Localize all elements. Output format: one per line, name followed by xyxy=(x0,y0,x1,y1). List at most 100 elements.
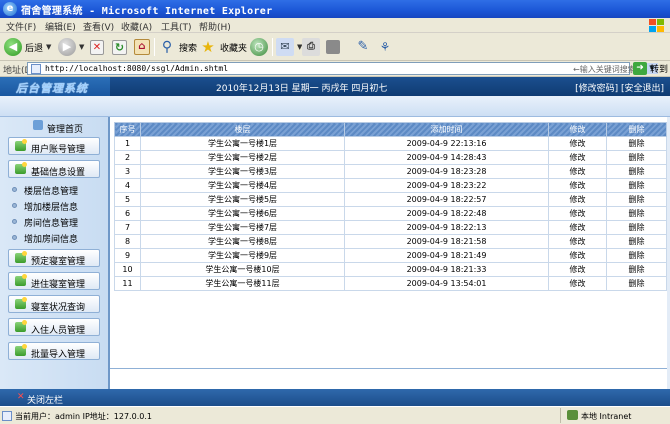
edit-link[interactable]: 修改 xyxy=(548,276,607,291)
star-icon: ★ xyxy=(201,38,215,56)
address-bar: 地址(D) http://localhost:8080/ssgl/Admin.s… xyxy=(0,61,670,77)
sidebar-item-label: 进住寝室管理 xyxy=(31,280,86,290)
bullet-icon xyxy=(12,235,17,240)
cell-added-time: 2009-04-9 18:23:28 xyxy=(344,164,549,179)
sidebar-subitem-label: 增加楼层信息 xyxy=(24,203,79,213)
edit-button[interactable] xyxy=(326,37,340,57)
sidebar-item-status-query[interactable]: 寝室状况查询 xyxy=(8,295,100,313)
delete-link[interactable]: 删除 xyxy=(606,136,667,151)
delete-link[interactable]: 删除 xyxy=(606,234,667,249)
ie-logo-icon: e xyxy=(3,2,17,16)
sidebar-item-label: 预定寝室管理 xyxy=(31,257,86,267)
address-url[interactable]: http://localhost:8080/ssgl/Admin.shtml xyxy=(45,64,228,73)
sidebar-item-batch-import[interactable]: 批量导入管理 xyxy=(8,342,100,360)
edit-link[interactable]: 修改 xyxy=(548,220,607,235)
folder-icon xyxy=(15,251,27,263)
edit-link[interactable]: 修改 xyxy=(548,150,607,165)
favorites-button[interactable]: ★ 收藏夹 xyxy=(199,37,247,57)
edit-link[interactable]: 修改 xyxy=(548,206,607,221)
sidebar-subitem-label: 楼层信息管理 xyxy=(24,187,79,197)
back-arrow-icon: ◀ xyxy=(4,38,22,56)
sidebar-item-basic-info[interactable]: 基础信息设置 xyxy=(8,160,100,178)
refresh-button[interactable]: ↻ xyxy=(112,37,127,57)
edit-link[interactable]: 修改 xyxy=(548,192,607,207)
stop-button[interactable]: ✕ xyxy=(90,37,104,57)
cell-index: 5 xyxy=(114,192,141,207)
delete-link[interactable]: 删除 xyxy=(606,220,667,235)
delete-link[interactable]: 删除 xyxy=(606,178,667,193)
refresh-icon: ↻ xyxy=(112,39,127,55)
printer-icon: ⎙ xyxy=(302,38,320,56)
zone-label: 本地 Intranet xyxy=(581,412,632,421)
column-header-floor: 楼层 xyxy=(140,122,345,137)
keyword-search-input[interactable]: ←输入关键词搜索 xyxy=(573,64,636,75)
change-password-link[interactable]: [修改密码] xyxy=(575,84,618,94)
edit-link[interactable]: 修改 xyxy=(548,164,607,179)
menu-favorites[interactable]: 收藏(A) xyxy=(121,20,152,33)
menu-file[interactable]: 文件(F) xyxy=(6,20,36,33)
messenger-button[interactable]: ✎ xyxy=(354,37,372,57)
edit-link[interactable]: 修改 xyxy=(548,178,607,193)
go-button[interactable]: ➜ 转到 xyxy=(633,62,668,75)
go-label: 转到 xyxy=(650,65,669,75)
delete-link[interactable]: 删除 xyxy=(606,164,667,179)
cell-index: 2 xyxy=(114,150,141,165)
delete-link[interactable]: 删除 xyxy=(606,206,667,221)
cell-floor: 学生公寓一号楼8层 xyxy=(140,234,345,249)
research-button[interactable]: ⚘ xyxy=(376,37,394,57)
cell-index: 6 xyxy=(114,206,141,221)
column-header-index: 序号 xyxy=(114,122,141,137)
chevron-down-icon[interactable]: ▼ xyxy=(46,43,51,51)
edit-link[interactable]: 修改 xyxy=(548,248,607,263)
address-field[interactable]: http://localhost:8080/ssgl/Admin.shtml ←… xyxy=(27,62,658,75)
close-icon[interactable]: ✕ xyxy=(17,392,25,402)
print-button[interactable]: ⎙ xyxy=(302,37,320,57)
status-bar: 当前用户：admin IP地址：127.0.0.1 本地 Intranet xyxy=(0,406,670,424)
back-button[interactable]: ◀ 后退 ▼ xyxy=(4,37,51,57)
delete-link[interactable]: 删除 xyxy=(606,192,667,207)
edit-link[interactable]: 修改 xyxy=(548,262,607,277)
sidebar-item-reservation[interactable]: 预定寝室管理 xyxy=(8,249,100,267)
cell-index: 3 xyxy=(114,164,141,179)
menu-view[interactable]: 查看(V) xyxy=(83,20,114,33)
sidebar-subitem-label: 增加房间信息 xyxy=(24,235,79,245)
sidebar-home[interactable]: 管理首页 xyxy=(0,117,108,135)
cell-floor: 学生公寓一号楼3层 xyxy=(140,164,345,179)
menu-help[interactable]: 帮助(H) xyxy=(199,20,231,33)
history-button[interactable]: ◷ xyxy=(250,37,268,57)
bullet-icon xyxy=(12,187,17,192)
delete-link[interactable]: 删除 xyxy=(606,262,667,277)
chevron-down-icon[interactable]: ▼ xyxy=(79,43,84,51)
folder-icon xyxy=(15,297,27,309)
menu-edit[interactable]: 编辑(E) xyxy=(45,20,76,33)
logo-area: 后台管理系统 xyxy=(0,77,110,96)
delete-link[interactable]: 删除 xyxy=(606,150,667,165)
search-icon: ⚲ xyxy=(161,39,173,55)
mail-button[interactable]: ✉ ▼ xyxy=(276,37,302,57)
edit-link[interactable]: 修改 xyxy=(548,234,607,249)
sidebar-item-user-accounts[interactable]: 用户账号管理 xyxy=(8,137,100,155)
sidebar-item-label: 寝室状况查询 xyxy=(31,303,86,313)
delete-link[interactable]: 删除 xyxy=(606,276,667,291)
close-sidebar-link[interactable]: 关闭左栏 xyxy=(27,393,63,406)
search-button[interactable]: ⚲ 搜索 xyxy=(158,37,197,57)
window-title: 宿舍管理系统 - Microsoft Internet Explorer xyxy=(21,6,273,17)
page-icon xyxy=(31,64,41,74)
header-band xyxy=(0,96,670,117)
sidebar-item-checkin[interactable]: 进住寝室管理 xyxy=(8,272,100,290)
app-logo: 后台管理系统 xyxy=(16,82,88,95)
cell-floor: 学生公寓一号楼5层 xyxy=(140,192,345,207)
home-monitor-icon xyxy=(33,120,43,130)
forward-button[interactable]: ▶ ▼ xyxy=(58,37,84,57)
column-header-edit: 修改 xyxy=(548,122,607,137)
home-button[interactable]: ⌂ xyxy=(134,37,150,57)
delete-link[interactable]: 删除 xyxy=(606,248,667,263)
sidebar-item-residents[interactable]: 入住人员管理 xyxy=(8,318,100,336)
logout-link[interactable]: [安全退出] xyxy=(621,84,664,94)
edit-link[interactable]: 修改 xyxy=(548,136,607,151)
page-status-icon xyxy=(2,411,12,421)
bullet-icon xyxy=(12,203,17,208)
folder-icon xyxy=(15,274,27,286)
cell-floor: 学生公寓一号楼6层 xyxy=(140,206,345,221)
menu-tools[interactable]: 工具(T) xyxy=(161,20,192,33)
